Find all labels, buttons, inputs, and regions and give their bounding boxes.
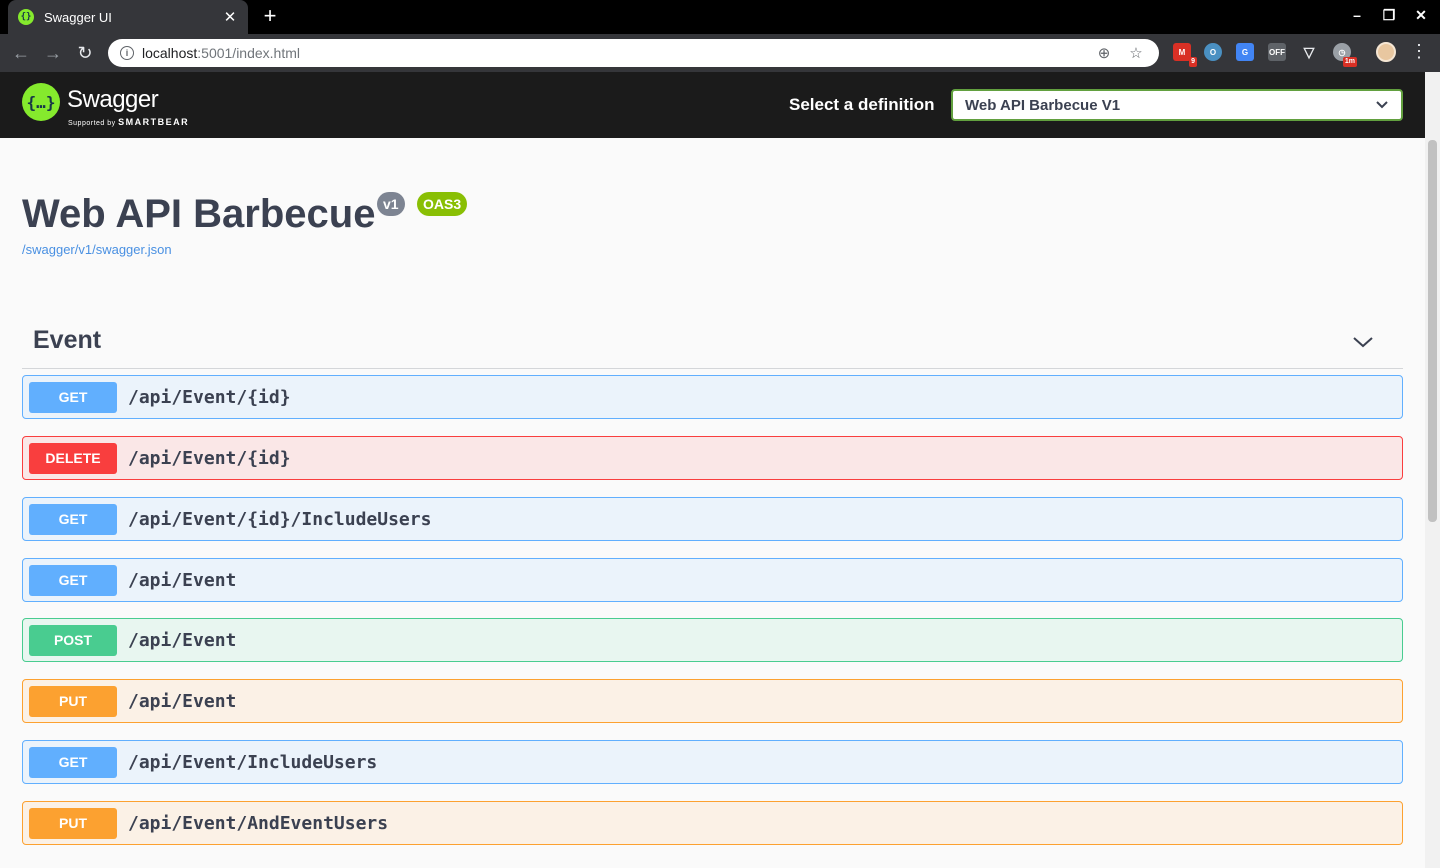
tab-title: Swagger UI: [44, 9, 112, 25]
gmail-extension-icon[interactable]: M9: [1173, 43, 1197, 67]
clock-extension-icon[interactable]: ◷ 1m: [1333, 43, 1357, 67]
page-scrollbar[interactable]: [1425, 72, 1440, 868]
method-badge: GET: [29, 381, 117, 413]
back-arrow-icon[interactable]: ←: [10, 42, 32, 64]
translate-extension-icon[interactable]: G: [1236, 43, 1254, 61]
event-section-header[interactable]: Event: [22, 322, 1403, 369]
restore-window-icon[interactable]: ❐: [1379, 7, 1399, 24]
operation-get-event-id-includeusers[interactable]: GET /api/Event/{id}/IncludeUsers: [22, 497, 1403, 541]
vue-extension-icon[interactable]: ▽: [1300, 43, 1318, 61]
browser-menu-icon[interactable]: ⋮: [1410, 40, 1428, 62]
api-title: Web API Barbecue: [22, 192, 376, 236]
site-info-icon[interactable]: i: [120, 46, 134, 60]
operation-put-event-andeventusers[interactable]: PUT /api/Event/AndEventUsers: [22, 801, 1403, 845]
operation-path: /api/Event/{id}/IncludeUsers: [128, 508, 432, 530]
operation-path: /api/Event/{id}: [128, 447, 291, 469]
zoom-icon[interactable]: ⊕: [1093, 44, 1115, 62]
tab-close-icon[interactable]: ✕: [222, 8, 238, 26]
url-host: localhost: [142, 45, 198, 61]
swagger-logo-icon[interactable]: {…}: [22, 83, 60, 121]
operation-put-event[interactable]: PUT /api/Event: [22, 679, 1403, 723]
definition-select[interactable]: Web API Barbecue V1: [951, 89, 1403, 121]
scrollbar-thumb[interactable]: [1428, 140, 1437, 522]
forward-arrow-icon[interactable]: →: [42, 42, 64, 64]
swagger-topbar: {…} Swagger Supported by SMARTBEAR Selec…: [0, 72, 1425, 138]
section-collapse-chevron-icon[interactable]: [1351, 330, 1375, 354]
definition-select-value: Web API Barbecue V1: [965, 96, 1121, 114]
browser-tabstrip: {} Swagger UI ✕ + – ❐ ✕: [0, 0, 1440, 34]
section-title: Event: [33, 326, 102, 354]
operation-path: /api/Event/{id}: [128, 386, 291, 408]
spec-json-link[interactable]: /swagger/v1/swagger.json: [22, 242, 172, 257]
address-bar[interactable]: i localhost :5001/index.html ⊕ ☆: [108, 39, 1159, 67]
browser-toolbar: ← → ↻ i localhost :5001/index.html ⊕ ☆ M…: [0, 34, 1440, 72]
method-badge: POST: [29, 624, 117, 656]
operation-get-event-id[interactable]: GET /api/Event/{id}: [22, 375, 1403, 419]
operation-path: /api/Event/AndEventUsers: [128, 812, 389, 834]
method-badge: PUT: [29, 685, 117, 717]
smartbear-tagline: Supported by SMARTBEAR: [68, 117, 190, 127]
swagger-favicon-icon: {}: [18, 9, 34, 25]
off-extension-icon[interactable]: OFF: [1268, 43, 1286, 61]
method-badge: GET: [29, 564, 117, 596]
circle-extension-icon[interactable]: O: [1204, 43, 1222, 61]
url-path: :5001/index.html: [197, 45, 300, 61]
method-badge: GET: [29, 746, 117, 778]
minimize-window-icon[interactable]: –: [1347, 7, 1367, 23]
definition-label: Select a definition: [789, 95, 935, 114]
operation-path: /api/Event: [128, 629, 237, 651]
operation-get-event[interactable]: GET /api/Event: [22, 558, 1403, 602]
bookmark-star-icon[interactable]: ☆: [1125, 44, 1147, 62]
method-badge: PUT: [29, 807, 117, 839]
new-tab-button[interactable]: +: [260, 5, 280, 27]
operation-path: /api/Event: [128, 569, 237, 591]
reload-icon[interactable]: ↻: [74, 42, 96, 64]
oas-badge: OAS3: [417, 192, 468, 216]
version-badge: v1: [377, 192, 405, 216]
chevron-down-icon: [1375, 98, 1389, 112]
profile-avatar[interactable]: [1376, 42, 1396, 62]
operation-get-event-includeusers[interactable]: GET /api/Event/IncludeUsers: [22, 740, 1403, 784]
close-window-icon[interactable]: ✕: [1411, 7, 1431, 24]
operation-delete-event-id[interactable]: DELETE /api/Event/{id}: [22, 436, 1403, 480]
method-badge: DELETE: [29, 442, 117, 474]
browser-tab[interactable]: {} Swagger UI ✕: [8, 0, 248, 34]
operation-path: /api/Event/IncludeUsers: [128, 751, 378, 773]
method-badge: GET: [29, 503, 117, 535]
swagger-logo-text: Swagger: [67, 86, 159, 113]
operation-post-event[interactable]: POST /api/Event: [22, 618, 1403, 662]
operation-path: /api/Event: [128, 690, 237, 712]
